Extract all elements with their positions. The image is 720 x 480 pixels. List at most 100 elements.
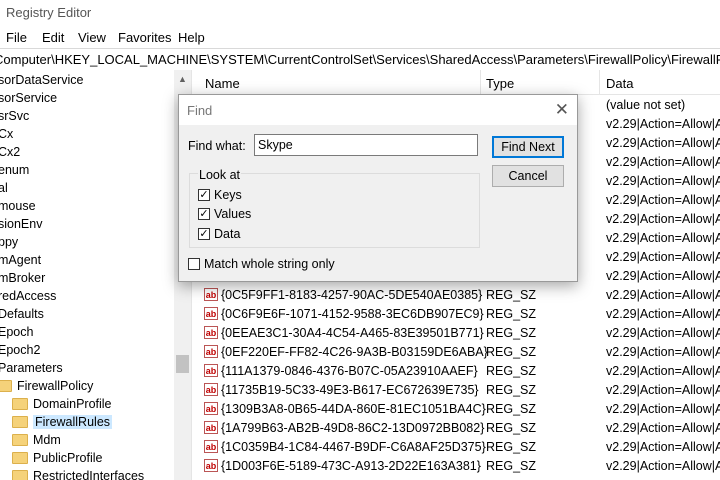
tree-item-firewallrules[interactable]: FirewallRules xyxy=(12,413,113,431)
value-type: REG_SZ xyxy=(486,326,537,340)
tree-item-mdm[interactable]: Mdm xyxy=(12,431,61,449)
tree-item[interactable]: sorDataService xyxy=(0,71,83,89)
scrollbar-thumb[interactable] xyxy=(176,355,189,373)
keys-checkbox[interactable]: ✓ Keys xyxy=(198,188,242,202)
tree-item[interactable]: mBroker xyxy=(0,269,45,287)
tree-item[interactable]: sorService xyxy=(0,89,57,107)
tree-item-firewallpolicy[interactable]: FirewallPolicy xyxy=(0,377,93,395)
checkbox-check-icon[interactable]: ✓ xyxy=(198,207,210,220)
folder-icon xyxy=(12,415,28,428)
find-dialog: Find ✕ Find what: Find Next Cancel Look … xyxy=(178,94,578,282)
value-name: {1C0359B4-1C84-4467-B9DF-C6A8AF25D375} xyxy=(221,440,486,454)
column-divider[interactable] xyxy=(599,70,600,94)
tree-item[interactable]: enum xyxy=(0,161,29,179)
folder-icon xyxy=(12,433,28,446)
scroll-up-arrow-icon[interactable]: ▲ xyxy=(178,74,187,84)
cancel-button[interactable]: Cancel xyxy=(492,165,564,187)
value-name: {1A799B63-AB2B-49D8-86C2-13D0972BB082} xyxy=(221,421,485,435)
value-data: v2.29|Action=Allow|A xyxy=(606,269,720,283)
tree-item[interactable]: mAgent xyxy=(0,251,41,269)
values-list-header: Name Type Data xyxy=(197,70,720,95)
value-data: v2.29|Action=Allow|A xyxy=(606,231,720,245)
column-header-data[interactable]: Data xyxy=(606,76,633,91)
string-value-icon: ab xyxy=(204,288,218,301)
value-row[interactable]: ab {111A1379-0846-4376-B07C-05A23910AAEF}… xyxy=(197,362,720,381)
value-name: {1309B3A8-0B65-44DA-860E-81EC1051BA4C} xyxy=(221,402,486,416)
address-path[interactable]: Computer\HKEY_LOCAL_MACHINE\SYSTEM\Curre… xyxy=(0,52,720,67)
title-bar: Registry Editor xyxy=(0,0,720,26)
value-row[interactable]: ab {0EEAE3C1-30A4-4C54-A465-83E39501B771}… xyxy=(197,324,720,343)
folder-icon xyxy=(12,451,28,464)
tree-item[interactable]: Epoch xyxy=(0,323,33,341)
tree-item[interactable]: Cx xyxy=(0,125,13,143)
data-checkbox[interactable]: ✓ Data xyxy=(198,227,240,241)
folder-icon xyxy=(0,379,12,392)
menu-help[interactable]: Help xyxy=(178,30,205,45)
value-row[interactable]: ab {1C0359B4-1C84-4467-B9DF-C6A8AF25D375}… xyxy=(197,438,720,457)
tree-item-restrictedinterfaces[interactable]: RestrictedInterfaces xyxy=(12,467,144,480)
value-data: v2.29|Action=Allow|A xyxy=(606,440,720,454)
value-row[interactable]: ab {0C6F9E6F-1071-4152-9588-3EC6DB907EC9}… xyxy=(197,305,720,324)
menu-edit[interactable]: Edit xyxy=(42,30,64,45)
find-what-label: Find what: xyxy=(188,139,246,153)
value-row[interactable]: ab {0C5F9FF1-8183-4257-90AC-5DE540AE0385}… xyxy=(197,286,720,305)
value-data: v2.29|Action=Allow|A xyxy=(606,288,720,302)
tree-item[interactable]: al xyxy=(0,179,8,197)
value-data: v2.29|Action=Allow|A xyxy=(606,402,720,416)
tree-item[interactable]: Epoch2 xyxy=(0,341,40,359)
menu-view[interactable]: View xyxy=(78,30,106,45)
value-data: (value not set) xyxy=(606,98,686,112)
string-value-icon: ab xyxy=(204,440,218,453)
column-header-name[interactable]: Name xyxy=(205,76,240,91)
string-value-icon: ab xyxy=(204,307,218,320)
tree-item[interactable]: redAccess xyxy=(0,287,56,305)
menu-favorites[interactable]: Favorites xyxy=(118,30,171,45)
column-divider[interactable] xyxy=(480,70,481,94)
tree-item-domainprofile[interactable]: DomainProfile xyxy=(12,395,112,413)
tree-item[interactable]: Cx2 xyxy=(0,143,20,161)
value-row[interactable]: ab {1D003F6E-5189-473C-A913-2D22E163A381}… xyxy=(197,457,720,476)
value-type: REG_SZ xyxy=(486,440,537,454)
value-row[interactable]: ab {1309B3A8-0B65-44DA-860E-81EC1051BA4C}… xyxy=(197,400,720,419)
value-name: {11735B19-5C33-49E3-B617-EC672639E735} xyxy=(221,383,479,397)
column-header-type[interactable]: Type xyxy=(486,76,514,91)
checkbox-check-icon[interactable]: ✓ xyxy=(198,227,210,240)
string-value-icon: ab xyxy=(204,421,218,434)
tree-item[interactable]: Parameters xyxy=(0,359,63,377)
close-icon[interactable]: ✕ xyxy=(555,100,569,120)
tree-item[interactable]: mouse xyxy=(0,197,36,215)
address-bar[interactable]: Computer\HKEY_LOCAL_MACHINE\SYSTEM\Curre… xyxy=(0,48,720,71)
find-next-button[interactable]: Find Next xyxy=(492,136,564,158)
value-data: v2.29|Action=Allow|A xyxy=(606,193,720,207)
tree-item-publicprofile[interactable]: PublicProfile xyxy=(12,449,102,467)
menu-file[interactable]: File xyxy=(6,30,27,45)
values-checkbox[interactable]: ✓ Values xyxy=(198,207,251,221)
checkbox-check-icon[interactable]: ✓ xyxy=(198,188,210,201)
folder-icon xyxy=(12,397,28,410)
string-value-icon: ab xyxy=(204,345,218,358)
look-at-label: Look at xyxy=(198,168,242,182)
folder-icon xyxy=(12,469,28,480)
value-type: REG_SZ xyxy=(486,307,537,321)
menu-bar: File Edit View Favorites Help xyxy=(0,26,720,48)
value-row[interactable]: ab {11735B19-5C33-49E3-B617-EC672639E735}… xyxy=(197,381,720,400)
tree-item[interactable]: ppy xyxy=(0,233,18,251)
look-at-group: Look at ✓ Keys ✓ Values ✓ Data xyxy=(189,168,480,248)
value-row[interactable]: ab {1A799B63-AB2B-49D8-86C2-13D0972BB082}… xyxy=(197,419,720,438)
value-name: {0C5F9FF1-8183-4257-90AC-5DE540AE0385} xyxy=(221,288,483,302)
find-what-input[interactable] xyxy=(254,134,478,156)
value-data: v2.29|Action=Allow|A xyxy=(606,345,720,359)
key-tree[interactable]: sorDataService sorService srSvc Cx Cx2 e… xyxy=(0,70,174,480)
value-row[interactable]: ab {0EF220EF-FF82-4C26-9A3B-B03159DE6ABA}… xyxy=(197,343,720,362)
value-type: REG_SZ xyxy=(486,345,537,359)
tree-item[interactable]: srSvc xyxy=(0,107,29,125)
tree-item[interactable]: Defaults xyxy=(0,305,44,323)
value-type: REG_SZ xyxy=(486,364,537,378)
match-whole-string-checkbox[interactable]: Match whole string only xyxy=(188,257,335,271)
tree-item[interactable]: sionEnv xyxy=(0,215,42,233)
string-value-icon: ab xyxy=(204,383,218,396)
value-data: v2.29|Action=Allow|A xyxy=(606,174,720,188)
value-type: REG_SZ xyxy=(486,383,537,397)
value-data: v2.29|Action=Allow|A xyxy=(606,459,720,473)
checkbox-icon[interactable] xyxy=(188,257,200,270)
